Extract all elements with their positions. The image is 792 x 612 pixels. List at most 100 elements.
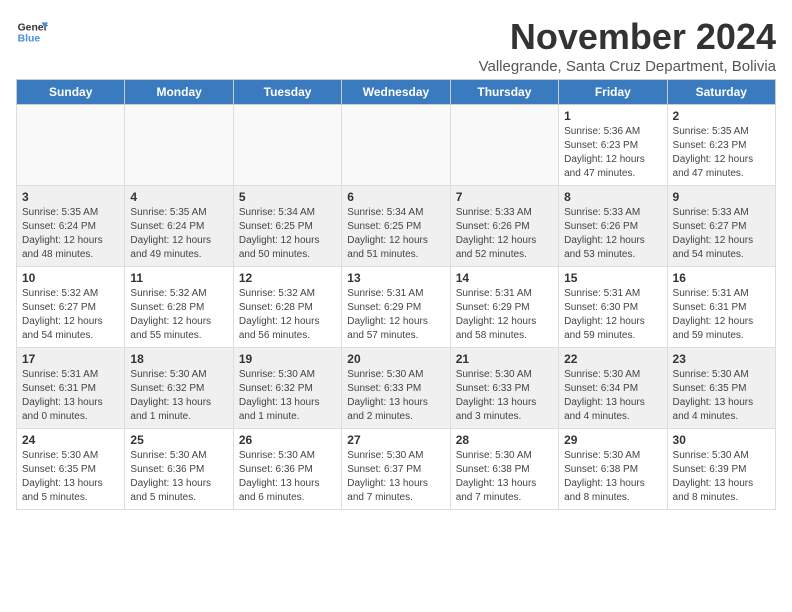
- calendar-cell: 10Sunrise: 5:32 AM Sunset: 6:27 PM Dayli…: [17, 267, 125, 348]
- calendar-cell: 24 Sunrise: 5:30 AM Sunset: 6:35 PM Dayli…: [17, 429, 125, 510]
- day-number: 6: [347, 190, 444, 204]
- day-info: Sunrise: 5:35 AM Sunset: 6:24 PM Dayligh…: [22, 206, 119, 262]
- calendar-cell: 19 Sunrise: 5:30 AM Sunset: 6:32 PM Dayli…: [233, 348, 341, 429]
- header: General Blue November 2024 Vallegrande, …: [16, 16, 776, 75]
- day-number: 4: [130, 190, 227, 204]
- calendar-cell: 17 Sunrise: 5:31 AM Sunset: 6:31 PM Dayli…: [17, 348, 125, 429]
- day-number: 1: [564, 109, 661, 123]
- day-info: Sunrise: 5:30 AM Sunset: 6:38 PM Dayligh…: [456, 449, 553, 505]
- calendar-cell: 13Sunrise: 5:31 AM Sunset: 6:29 PM Dayli…: [342, 267, 450, 348]
- calendar-week-3: 10Sunrise: 5:32 AM Sunset: 6:27 PM Dayli…: [17, 267, 776, 348]
- calendar-cell: 20 Sunrise: 5:30 AM Sunset: 6:33 PM Dayli…: [342, 348, 450, 429]
- day-info: Sunrise: 5:31 AM Sunset: 6:31 PM Dayligh…: [673, 287, 770, 343]
- day-info: Sunrise: 5:30 AM Sunset: 6:32 PM Dayligh…: [239, 368, 336, 424]
- calendar-cell: [17, 105, 125, 186]
- day-number: 20: [347, 352, 444, 366]
- day-number: 26: [239, 433, 336, 447]
- day-info: Sunrise: 5:30 AM Sunset: 6:37 PM Dayligh…: [347, 449, 444, 505]
- calendar-cell: [233, 105, 341, 186]
- day-info: Sunrise: 5:30 AM Sunset: 6:38 PM Dayligh…: [564, 449, 661, 505]
- weekday-header-monday: Monday: [125, 80, 233, 105]
- calendar-cell: 21 Sunrise: 5:30 AM Sunset: 6:33 PM Dayli…: [450, 348, 558, 429]
- weekday-header-wednesday: Wednesday: [342, 80, 450, 105]
- day-info: Sunrise: 5:33 AM Sunset: 6:26 PM Dayligh…: [456, 206, 553, 262]
- day-info: Sunrise: 5:36 AM Sunset: 6:23 PM Dayligh…: [564, 125, 661, 181]
- day-info: Sunrise: 5:30 AM Sunset: 6:35 PM Dayligh…: [22, 449, 119, 505]
- day-number: 15: [564, 271, 661, 285]
- weekday-header-saturday: Saturday: [667, 80, 775, 105]
- day-number: 12: [239, 271, 336, 285]
- day-number: 19: [239, 352, 336, 366]
- calendar-cell: 11Sunrise: 5:32 AM Sunset: 6:28 PM Dayli…: [125, 267, 233, 348]
- day-number: 18: [130, 352, 227, 366]
- day-number: 9: [673, 190, 770, 204]
- day-info: Sunrise: 5:30 AM Sunset: 6:33 PM Dayligh…: [456, 368, 553, 424]
- title-area: November 2024 Vallegrande, Santa Cruz De…: [479, 16, 776, 75]
- day-number: 3: [22, 190, 119, 204]
- calendar-cell: 9Sunrise: 5:33 AM Sunset: 6:27 PM Daylig…: [667, 186, 775, 267]
- day-info: Sunrise: 5:32 AM Sunset: 6:28 PM Dayligh…: [239, 287, 336, 343]
- day-info: Sunrise: 5:31 AM Sunset: 6:29 PM Dayligh…: [456, 287, 553, 343]
- svg-text:Blue: Blue: [18, 34, 41, 45]
- calendar-week-4: 17 Sunrise: 5:31 AM Sunset: 6:31 PM Dayli…: [17, 348, 776, 429]
- calendar-cell: 18 Sunrise: 5:30 AM Sunset: 6:32 PM Dayli…: [125, 348, 233, 429]
- subtitle: Vallegrande, Santa Cruz Department, Boli…: [479, 58, 776, 75]
- calendar-week-5: 24 Sunrise: 5:30 AM Sunset: 6:35 PM Dayli…: [17, 429, 776, 510]
- calendar-cell: 22 Sunrise: 5:30 AM Sunset: 6:34 PM Dayli…: [559, 348, 667, 429]
- calendar-week-2: 3 Sunrise: 5:35 AM Sunset: 6:24 PM Daylig…: [17, 186, 776, 267]
- day-number: 27: [347, 433, 444, 447]
- day-number: 16: [673, 271, 770, 285]
- calendar-cell: 28 Sunrise: 5:30 AM Sunset: 6:38 PM Dayli…: [450, 429, 558, 510]
- calendar-cell: 15Sunrise: 5:31 AM Sunset: 6:30 PM Dayli…: [559, 267, 667, 348]
- calendar-cell: [125, 105, 233, 186]
- calendar-cell: 27 Sunrise: 5:30 AM Sunset: 6:37 PM Dayli…: [342, 429, 450, 510]
- calendar-cell: 26 Sunrise: 5:30 AM Sunset: 6:36 PM Dayli…: [233, 429, 341, 510]
- month-title: November 2024: [479, 16, 776, 58]
- day-number: 25: [130, 433, 227, 447]
- calendar-cell: 2 Sunrise: 5:35 AM Sunset: 6:23 PM Daylig…: [667, 105, 775, 186]
- day-info: Sunrise: 5:31 AM Sunset: 6:31 PM Dayligh…: [22, 368, 119, 424]
- calendar-cell: 6 Sunrise: 5:34 AM Sunset: 6:25 PM Daylig…: [342, 186, 450, 267]
- day-info: Sunrise: 5:34 AM Sunset: 6:25 PM Dayligh…: [347, 206, 444, 262]
- day-number: 7: [456, 190, 553, 204]
- day-number: 22: [564, 352, 661, 366]
- calendar-week-1: 1 Sunrise: 5:36 AM Sunset: 6:23 PM Daylig…: [17, 105, 776, 186]
- day-info: Sunrise: 5:35 AM Sunset: 6:23 PM Dayligh…: [673, 125, 770, 181]
- day-number: 10: [22, 271, 119, 285]
- day-info: Sunrise: 5:30 AM Sunset: 6:36 PM Dayligh…: [130, 449, 227, 505]
- day-info: Sunrise: 5:30 AM Sunset: 6:32 PM Dayligh…: [130, 368, 227, 424]
- calendar-cell: 14 Sunrise: 5:31 AM Sunset: 6:29 PM Dayli…: [450, 267, 558, 348]
- day-number: 28: [456, 433, 553, 447]
- day-number: 14: [456, 271, 553, 285]
- day-number: 17: [22, 352, 119, 366]
- calendar-cell: 16 Sunrise: 5:31 AM Sunset: 6:31 PM Dayli…: [667, 267, 775, 348]
- day-info: Sunrise: 5:33 AM Sunset: 6:26 PM Dayligh…: [564, 206, 661, 262]
- day-number: 2: [673, 109, 770, 123]
- day-info: Sunrise: 5:30 AM Sunset: 6:36 PM Dayligh…: [239, 449, 336, 505]
- calendar-cell: 5 Sunrise: 5:34 AM Sunset: 6:25 PM Daylig…: [233, 186, 341, 267]
- day-info: Sunrise: 5:30 AM Sunset: 6:34 PM Dayligh…: [564, 368, 661, 424]
- day-info: Sunrise: 5:35 AM Sunset: 6:24 PM Dayligh…: [130, 206, 227, 262]
- day-number: 5: [239, 190, 336, 204]
- calendar-cell: [450, 105, 558, 186]
- calendar-cell: 30 Sunrise: 5:30 AM Sunset: 6:39 PM Dayli…: [667, 429, 775, 510]
- logo-icon: General Blue: [16, 16, 48, 48]
- weekday-header-sunday: Sunday: [17, 80, 125, 105]
- weekday-header-tuesday: Tuesday: [233, 80, 341, 105]
- weekday-header-row: SundayMondayTuesdayWednesdayThursdayFrid…: [17, 80, 776, 105]
- day-number: 30: [673, 433, 770, 447]
- day-number: 13: [347, 271, 444, 285]
- calendar-cell: [342, 105, 450, 186]
- calendar-cell: 3 Sunrise: 5:35 AM Sunset: 6:24 PM Daylig…: [17, 186, 125, 267]
- calendar-cell: 1 Sunrise: 5:36 AM Sunset: 6:23 PM Daylig…: [559, 105, 667, 186]
- day-info: Sunrise: 5:34 AM Sunset: 6:25 PM Dayligh…: [239, 206, 336, 262]
- calendar-table: SundayMondayTuesdayWednesdayThursdayFrid…: [16, 79, 776, 510]
- day-number: 24: [22, 433, 119, 447]
- day-info: Sunrise: 5:30 AM Sunset: 6:33 PM Dayligh…: [347, 368, 444, 424]
- calendar-cell: 23Sunrise: 5:30 AM Sunset: 6:35 PM Dayli…: [667, 348, 775, 429]
- day-number: 8: [564, 190, 661, 204]
- day-number: 29: [564, 433, 661, 447]
- day-number: 23: [673, 352, 770, 366]
- day-number: 21: [456, 352, 553, 366]
- day-info: Sunrise: 5:30 AM Sunset: 6:39 PM Dayligh…: [673, 449, 770, 505]
